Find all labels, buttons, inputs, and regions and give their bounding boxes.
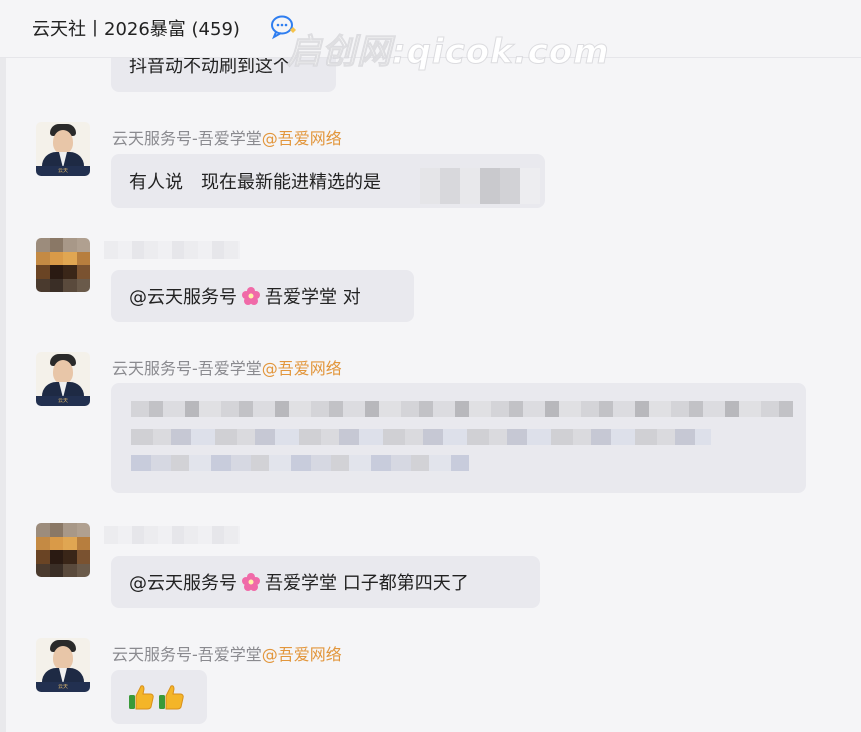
flower-icon xyxy=(242,573,260,591)
left-scroll-edge[interactable] xyxy=(0,58,6,732)
flower-icon xyxy=(242,287,260,305)
watermark-text: 启创网:qicok.com xyxy=(287,32,610,73)
redacted-message xyxy=(131,401,793,417)
redacted-content xyxy=(420,168,540,204)
sender-name-4: 云天服务号-吾爱学堂@吾爱网络 xyxy=(112,359,342,378)
message-bubble-5[interactable]: @云天服务号 吾爱学堂 口子都第四天了 xyxy=(111,556,540,608)
avatar-blurred-user[interactable] xyxy=(36,523,90,577)
message-bubble-3[interactable]: @云天服务号 吾爱学堂 对 xyxy=(111,270,414,322)
message-text-5: 吾爱学堂 口子都第四天了 xyxy=(265,573,469,594)
message-bubble-6[interactable] xyxy=(111,670,207,724)
avatar-yuntian[interactable]: 云天 xyxy=(36,352,90,406)
thumbs-up-icon xyxy=(159,685,184,710)
sender-name-6: 云天服务号-吾爱学堂@吾爱网络 xyxy=(112,645,342,664)
avatar-blurred-user[interactable] xyxy=(36,238,90,292)
message-bubble-4[interactable] xyxy=(111,383,806,493)
thumbs-up-icon xyxy=(129,685,154,710)
message-text-3: 吾爱学堂 对 xyxy=(265,287,361,308)
avatar-yuntian[interactable]: 云天 xyxy=(36,122,90,176)
mention-link[interactable]: @云天服务号 xyxy=(129,283,237,309)
sender-name-blurred xyxy=(104,241,240,259)
mention-link[interactable]: @云天服务号 xyxy=(129,569,237,595)
message-text-2: 有人说 现在最新能进精选的是 xyxy=(129,172,381,193)
sender-name-2: 云天服务号-吾爱学堂@吾爱网络 xyxy=(112,129,342,148)
avatar-yuntian[interactable]: 云天 xyxy=(36,638,90,692)
sender-name-blurred xyxy=(104,526,240,544)
chat-title[interactable]: 云天社丨2026暴富 (459) xyxy=(32,15,240,41)
